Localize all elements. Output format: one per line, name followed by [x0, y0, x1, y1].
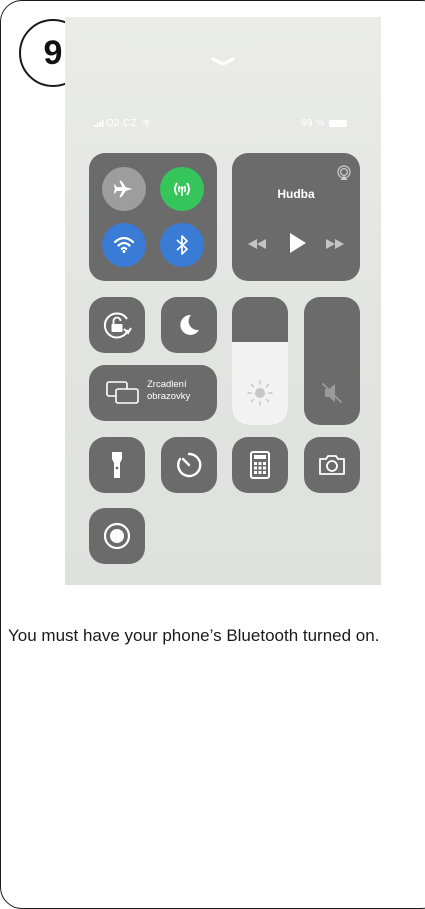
rotation-lock-icon	[103, 312, 132, 339]
wifi-icon	[113, 236, 135, 253]
flashlight-button[interactable]	[89, 437, 145, 493]
screen-mirroring-line2: obrazovky	[147, 391, 191, 402]
rewind-icon[interactable]	[248, 239, 266, 249]
do-not-disturb-button[interactable]	[161, 297, 217, 353]
wifi-toggle[interactable]	[102, 223, 146, 267]
carrier-label: O2.CZ	[106, 118, 137, 129]
cellular-data-toggle[interactable]	[160, 167, 204, 211]
instruction-card: 9 O2.CZ 99 % Hudba Zrcadlení obrazovky Y…	[0, 0, 425, 909]
bluetooth-icon	[176, 235, 188, 255]
timer-icon	[177, 452, 202, 478]
camera-button[interactable]	[304, 437, 360, 493]
screen-mirroring-button[interactable]: Zrcadlení obrazovky	[89, 365, 217, 421]
instruction-caption: You must have your phone’s Bluetooth tur…	[8, 626, 380, 645]
music-title: Hudba	[277, 187, 315, 201]
battery-status: 99 %	[301, 118, 347, 129]
fast-forward-icon[interactable]	[326, 239, 344, 249]
wifi-status-icon	[142, 120, 151, 127]
flashlight-icon	[112, 452, 122, 478]
calculator-icon	[250, 451, 270, 479]
screen-mirroring-line1: Zrcadlení	[147, 379, 187, 390]
battery-label: 99 %	[301, 118, 325, 129]
calculator-button[interactable]	[232, 437, 288, 493]
screen-mirroring-label: Zrcadlení obrazovky	[147, 379, 190, 403]
cellular-icon	[174, 182, 190, 196]
rotation-lock-button[interactable]	[89, 297, 145, 353]
airplane-mode-toggle[interactable]	[102, 167, 146, 211]
brightness-slider[interactable]	[232, 297, 288, 425]
timer-button[interactable]	[161, 437, 217, 493]
music-panel: Hudba	[232, 153, 360, 281]
chevron-down-icon[interactable]	[211, 57, 235, 67]
airplane-icon	[113, 180, 133, 198]
airplay-icon[interactable]	[336, 165, 352, 181]
mute-icon	[322, 383, 342, 403]
control-center-screenshot: O2.CZ 99 % Hudba Zrcadlení obrazovky	[65, 17, 381, 585]
camera-icon	[319, 455, 345, 475]
bluetooth-toggle[interactable]	[160, 223, 204, 267]
connectivity-panel	[89, 153, 217, 281]
play-icon[interactable]	[287, 233, 307, 253]
volume-slider[interactable]	[304, 297, 360, 425]
brightness-icon	[247, 380, 273, 406]
screen-record-button[interactable]	[89, 508, 145, 564]
screen-mirror-icon	[106, 381, 139, 404]
record-icon	[103, 522, 131, 550]
battery-icon	[329, 120, 347, 127]
moon-icon	[180, 314, 199, 335]
carrier-status: O2.CZ	[94, 118, 151, 129]
signal-icon	[94, 119, 104, 127]
